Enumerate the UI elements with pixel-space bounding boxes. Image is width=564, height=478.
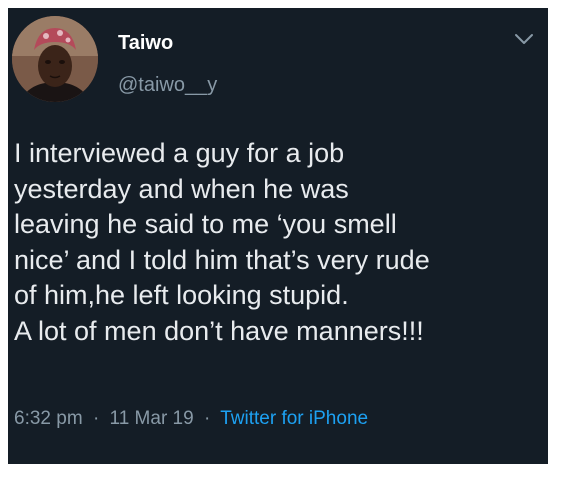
tweet-meta: 6:32 pm · 11 Mar 19 · Twitter for iPhone <box>14 408 368 430</box>
meta-separator: · <box>92 408 100 429</box>
profile-avatar-icon <box>12 16 98 102</box>
author-display-name[interactable]: Taiwo <box>118 32 173 55</box>
avatar[interactable] <box>12 16 98 102</box>
tweet-date[interactable]: 11 Mar 19 <box>110 408 194 429</box>
tweet-text-line: nice’ and I told him that’s very rude <box>14 244 430 275</box>
tweet-text-line: leaving he said to me ‘you smell <box>14 209 397 239</box>
tweet-text: I interviewed a guy for a job yesterday … <box>14 136 544 349</box>
tweet-card: Taiwo @taiwo__y I interviewed a guy for … <box>8 8 548 464</box>
meta-separator: · <box>203 408 211 429</box>
tweet-text-line: yesterday and when he was <box>14 173 349 204</box>
tweet-text-line: A lot of men don’t have manners!!! <box>14 315 424 346</box>
tweet-source-link[interactable]: Twitter for iPhone <box>220 408 368 429</box>
author-handle[interactable]: @taiwo__y <box>118 74 217 97</box>
chevron-down-icon[interactable] <box>514 32 534 46</box>
tweet-time[interactable]: 6:32 pm <box>14 408 83 429</box>
tweet-text-line: of him,he left looking stupid. <box>14 280 349 310</box>
tweet-text-line: I interviewed a guy for a job <box>14 138 345 168</box>
